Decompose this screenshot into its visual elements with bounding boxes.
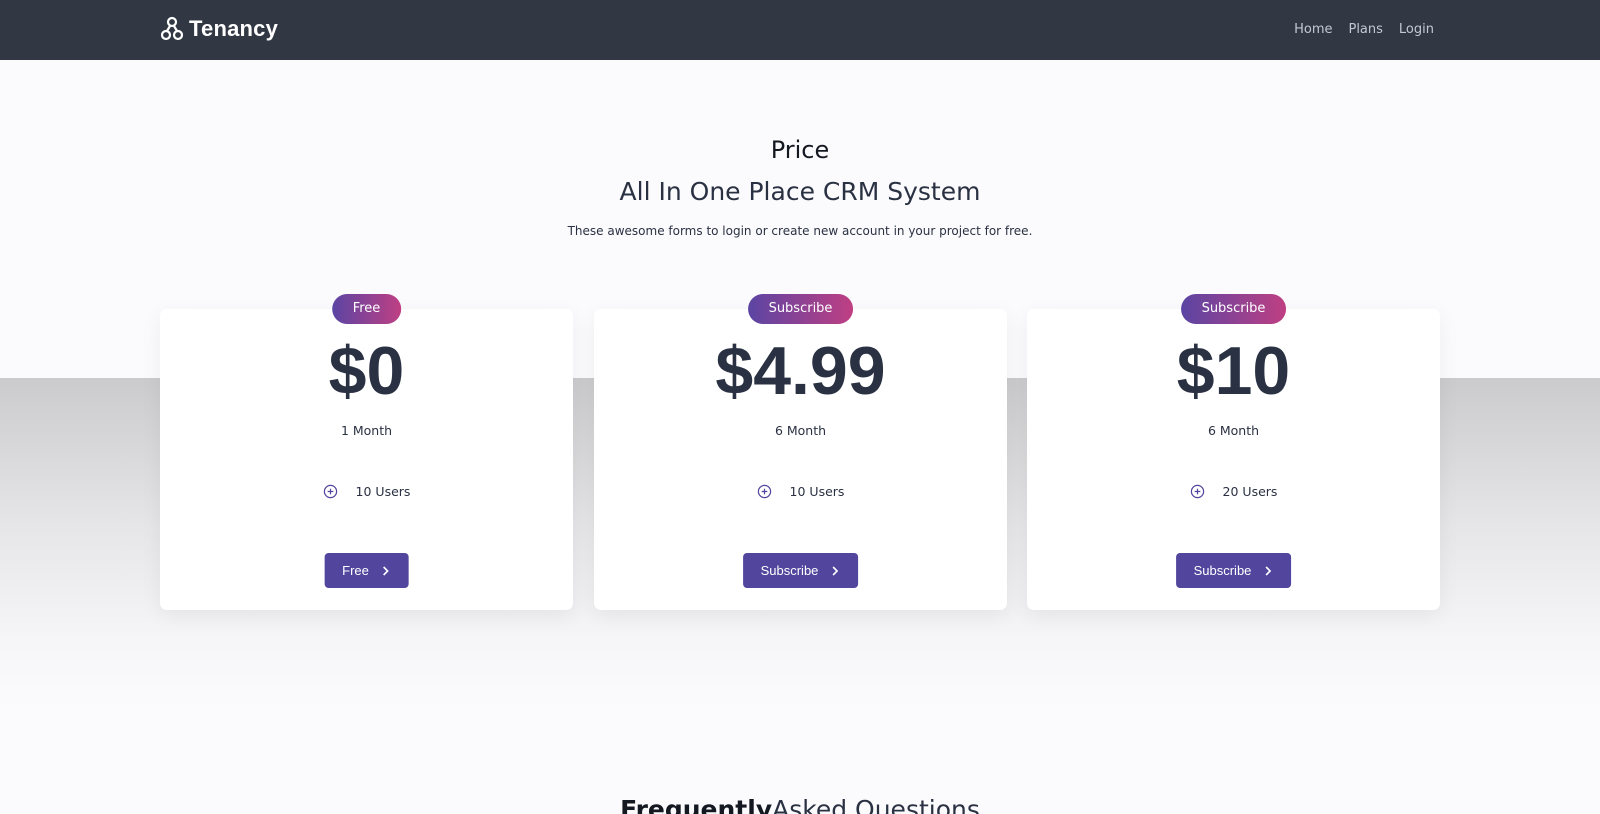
plan-badge: Free	[331, 294, 402, 324]
plus-circle-icon	[757, 484, 772, 499]
plus-circle-icon	[1190, 484, 1205, 499]
plan-price: $4.99	[715, 333, 886, 409]
nav-link-plans[interactable]: Plans	[1348, 22, 1382, 37]
plan-badge: Subscribe	[747, 294, 854, 324]
top-navbar: Tenancy Home Plans Login	[0, 0, 1600, 60]
chevron-right-icon	[383, 565, 389, 576]
faq-heading: FrequentlyAsked Questions	[0, 795, 1600, 814]
plan-duration: 6 Month	[1207, 423, 1260, 438]
plan-card-free: Free $0 1 Month 10 Users Free	[160, 294, 573, 610]
button-label: Subscribe	[760, 563, 819, 578]
brand-logo[interactable]: Tenancy	[161, 16, 278, 42]
plus-circle-icon	[323, 484, 338, 499]
faq-heading-bold: Frequently	[620, 795, 773, 814]
subscribe-plan-button[interactable]: Subscribe	[742, 553, 859, 588]
section-label: Price	[770, 136, 830, 164]
button-label: Free	[342, 563, 369, 578]
faq-heading-rest: Asked Questions	[772, 795, 980, 814]
plan-feature-label: 20 Users	[1222, 484, 1278, 499]
nav-link-home[interactable]: Home	[1294, 22, 1332, 37]
plan-feature: 10 Users	[594, 484, 1007, 499]
network-nodes-icon	[161, 16, 183, 41]
brand-name: Tenancy	[189, 16, 279, 41]
button-label: Subscribe	[1193, 563, 1252, 578]
page-subtitle: These awesome forms to login or create n…	[567, 224, 1033, 238]
plan-price: $10	[1176, 333, 1291, 409]
subscribe-plan-button[interactable]: Subscribe	[1175, 553, 1292, 588]
plan-feature: 20 Users	[1027, 484, 1440, 499]
plan-feature: 10 Users	[160, 484, 573, 499]
chevron-right-icon	[1265, 565, 1272, 576]
plan-price: $0	[328, 333, 405, 409]
plan-duration: 1 Month	[340, 423, 393, 438]
plan-feature-label: 10 Users	[355, 484, 411, 499]
free-plan-button[interactable]: Free	[324, 553, 409, 588]
plan-duration: 6 Month	[774, 423, 827, 438]
chevron-right-icon	[832, 565, 839, 576]
nav-links: Home Plans Login	[1294, 22, 1434, 37]
plan-badge: Subscribe	[1180, 294, 1287, 324]
plan-feature-label: 10 Users	[789, 484, 845, 499]
page-title: All In One Place CRM System	[619, 177, 981, 206]
nav-link-login[interactable]: Login	[1399, 22, 1434, 37]
plan-card-subscribe-6-month: Subscribe $4.99 6 Month 10 Users Subscri…	[594, 294, 1007, 610]
plan-card-subscribe-6-month-20-users: Subscribe $10 6 Month 20 Users Subscribe	[1027, 294, 1440, 610]
